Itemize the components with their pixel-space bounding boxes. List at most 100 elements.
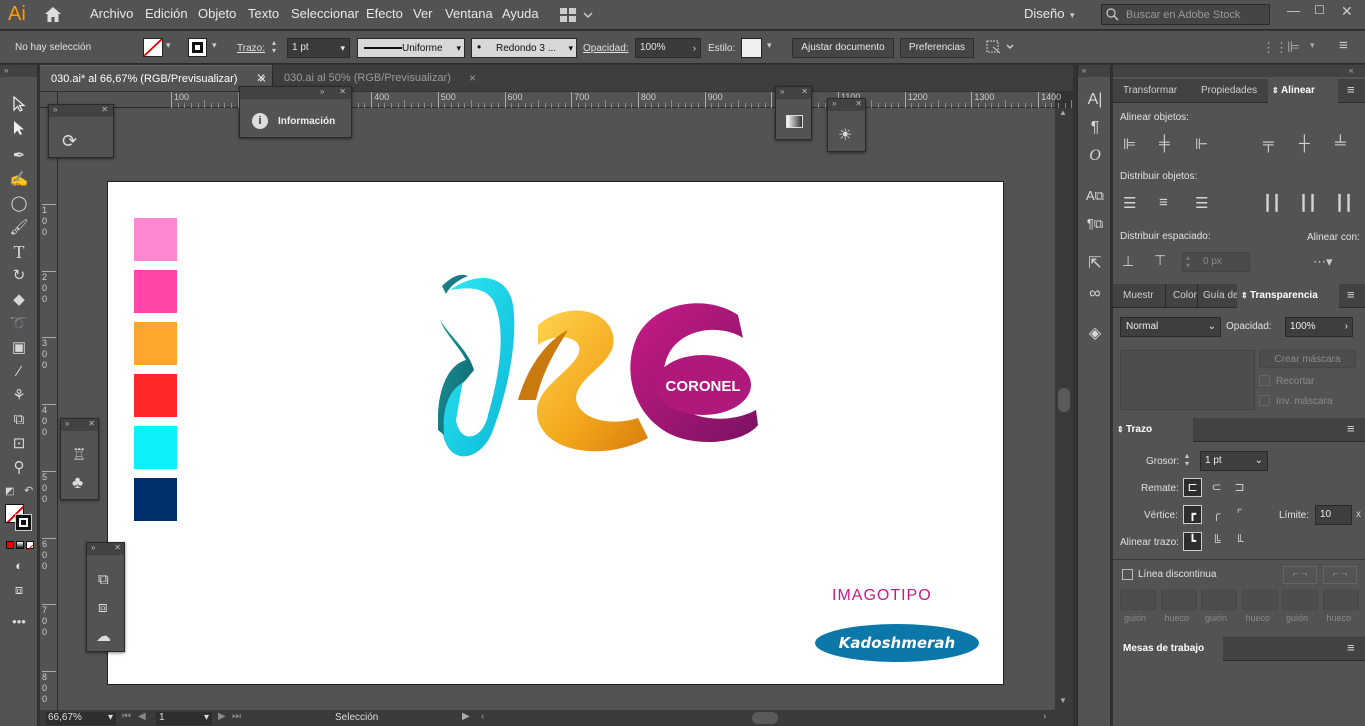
- workspace-switcher[interactable]: Diseño: [1024, 6, 1064, 21]
- minimize-icon[interactable]: —: [1287, 3, 1300, 18]
- eyedropper-tool-icon[interactable]: ⁄: [0, 360, 38, 384]
- align-stroke-center-button[interactable]: ┗: [1183, 532, 1202, 551]
- dash-field[interactable]: [1201, 590, 1237, 610]
- align-object-icon[interactable]: ╪: [1159, 135, 1170, 152]
- tab-document-1[interactable]: 030.ai* al 66,67% (RGB/Previsualizar) ×: [40, 65, 272, 91]
- round-join-button[interactable]: ╭: [1207, 505, 1226, 524]
- direct-selection-tool-icon[interactable]: [0, 120, 38, 144]
- links-icon[interactable]: ∞: [1078, 281, 1112, 307]
- prev-artboard-icon[interactable]: ◀: [138, 711, 146, 722]
- collapse-icon[interactable]: »: [320, 87, 324, 96]
- scroll-up-icon[interactable]: ▲: [1059, 108, 1067, 117]
- lasso-tool-icon[interactable]: ➰: [0, 312, 38, 336]
- type-tool-icon[interactable]: T: [0, 240, 38, 264]
- close-icon[interactable]: ×: [469, 65, 476, 91]
- scroll-left-icon[interactable]: ‹: [481, 711, 484, 722]
- butt-cap-button[interactable]: ⊏: [1183, 478, 1202, 497]
- fill-swatch[interactable]: [143, 38, 163, 57]
- limit-field[interactable]: 10: [1315, 505, 1352, 525]
- scroll-thumb[interactable]: [1058, 388, 1070, 412]
- close-icon[interactable]: ✕: [88, 419, 95, 428]
- tab-close-active[interactable]: ✕: [256, 71, 266, 85]
- distribute-object-icon[interactable]: ┃┃: [1335, 194, 1353, 212]
- menu-edicion[interactable]: Edición: [145, 6, 188, 21]
- last-artboard-icon[interactable]: ⏭: [232, 711, 241, 722]
- align-object-icon[interactable]: ┼: [1299, 135, 1310, 152]
- brush-tool-icon[interactable]: 🖌: [0, 216, 38, 240]
- scroll-right-icon[interactable]: ›: [1043, 711, 1046, 722]
- panel-grip[interactable]: «: [1113, 65, 1365, 77]
- dash-field[interactable]: [1160, 590, 1197, 610]
- artboard[interactable]: CORONEL IMAGOTIPO Kadoshmerah: [107, 181, 1004, 685]
- sync-icon[interactable]: ⟳: [62, 131, 77, 152]
- tab-transparency[interactable]: ⇕ Transparencia: [1237, 284, 1339, 308]
- paragraph-styles-icon[interactable]: ¶⧉: [1078, 211, 1112, 237]
- dashed-line-checkbox[interactable]: [1122, 569, 1133, 580]
- close-icon[interactable]: ✕: [114, 543, 121, 552]
- dash-field[interactable]: [1282, 590, 1318, 610]
- panel-menu-icon[interactable]: ≡: [1347, 421, 1355, 436]
- gradient-tool-icon[interactable]: ▣: [0, 336, 38, 360]
- tab-guide[interactable]: Guía de: [1197, 284, 1239, 308]
- brush-library-icon[interactable]: ♖: [72, 445, 86, 465]
- style-swatch[interactable]: [741, 38, 762, 58]
- ellipse-tool-icon[interactable]: ◯: [0, 192, 38, 216]
- color-swatch[interactable]: [134, 478, 177, 521]
- close-icon[interactable]: ✕: [101, 105, 108, 114]
- chevron-down-icon[interactable]: ▾: [1070, 10, 1075, 21]
- panel-menu-icon[interactable]: ≡: [1347, 82, 1355, 97]
- character-panel-icon[interactable]: A|: [1078, 87, 1112, 113]
- maximize-icon[interactable]: ☐: [1314, 3, 1325, 17]
- export-icon[interactable]: ⧉: [98, 571, 109, 588]
- dash-field[interactable]: [1322, 590, 1359, 610]
- menu-archivo[interactable]: Archivo: [90, 6, 133, 21]
- pathfinder-icon[interactable]: ⧈: [98, 599, 108, 616]
- stroke-weight-field[interactable]: 1 pt ▾: [287, 38, 350, 58]
- variable-width-profile[interactable]: Uniforme ▾: [357, 38, 465, 58]
- adjust-document-button[interactable]: Ajustar documento: [792, 38, 894, 58]
- character-styles-icon[interactable]: A⧉: [1078, 183, 1112, 209]
- color-swatch[interactable]: [134, 426, 177, 469]
- layers-icon[interactable]: ◈: [1078, 321, 1112, 347]
- collapse-icon[interactable]: »: [832, 99, 836, 108]
- zoom-field[interactable]: 66,67% ▾: [46, 712, 116, 725]
- preferences-button[interactable]: Preferencias: [900, 38, 974, 58]
- brush-definition[interactable]: • Redondo 3 ... ▾: [471, 38, 577, 58]
- align-stroke-outside-button[interactable]: ╙: [1230, 532, 1249, 551]
- screen-mode-icon[interactable]: ⧈: [0, 578, 38, 602]
- floating-panel-symbols[interactable]: » ✕ ⟳: [48, 104, 114, 158]
- bevel-join-button[interactable]: ⌜: [1230, 505, 1249, 524]
- fill-stroke-indicator[interactable]: [5, 504, 33, 532]
- tab-color[interactable]: Color: [1165, 284, 1197, 308]
- info-icon[interactable]: i: [252, 113, 268, 129]
- home-icon[interactable]: [44, 6, 62, 26]
- align-object-icon[interactable]: ⊫: [1123, 135, 1136, 153]
- dash-preserve-icon[interactable]: ⌐ ¬: [1283, 566, 1317, 584]
- horizontal-scroll-thumb[interactable]: [752, 712, 778, 724]
- selection-tool-icon[interactable]: [0, 95, 38, 120]
- align-to-selection-icon[interactable]: ⋯▾: [1313, 254, 1333, 270]
- floating-panel-libraries[interactable]: » ✕ ⧉ ⧈ ☁: [86, 542, 125, 652]
- chevron-down-icon[interactable]: ▾: [212, 40, 217, 51]
- first-artboard-icon[interactable]: ⏮: [122, 711, 131, 722]
- color-swatch[interactable]: [134, 322, 177, 365]
- clip-checkbox[interactable]: [1259, 375, 1270, 386]
- zoom-tool-icon[interactable]: ⚲: [0, 456, 38, 480]
- menu-ventana[interactable]: Ventana: [445, 6, 493, 21]
- floating-panel-brushes[interactable]: » ✕ ♖ ♣: [60, 418, 99, 500]
- paragraph-panel-icon[interactable]: ¶: [1078, 115, 1112, 141]
- tab-swatches[interactable]: Muestr: [1123, 284, 1154, 308]
- dash-align-icon[interactable]: ⌐ ¬: [1323, 566, 1357, 584]
- dash-field[interactable]: [1120, 590, 1156, 610]
- color-swatch[interactable]: [134, 270, 177, 313]
- distribute-object-icon[interactable]: ☰: [1195, 194, 1208, 212]
- close-icon[interactable]: ✕: [339, 87, 346, 96]
- opentype-panel-icon[interactable]: O: [1078, 143, 1112, 169]
- rotate-tool-icon[interactable]: ↻: [0, 264, 38, 288]
- curvature-tool-icon[interactable]: ✍: [0, 168, 38, 192]
- swap-colors-icon[interactable]: ↶: [24, 484, 33, 497]
- panel-menu-icon[interactable]: ≡: [1347, 287, 1355, 302]
- distribute-object-icon[interactable]: ≡: [1159, 194, 1168, 211]
- menu-ver[interactable]: Ver: [413, 6, 433, 21]
- blend-mode-select[interactable]: Normal ⌄: [1120, 317, 1221, 337]
